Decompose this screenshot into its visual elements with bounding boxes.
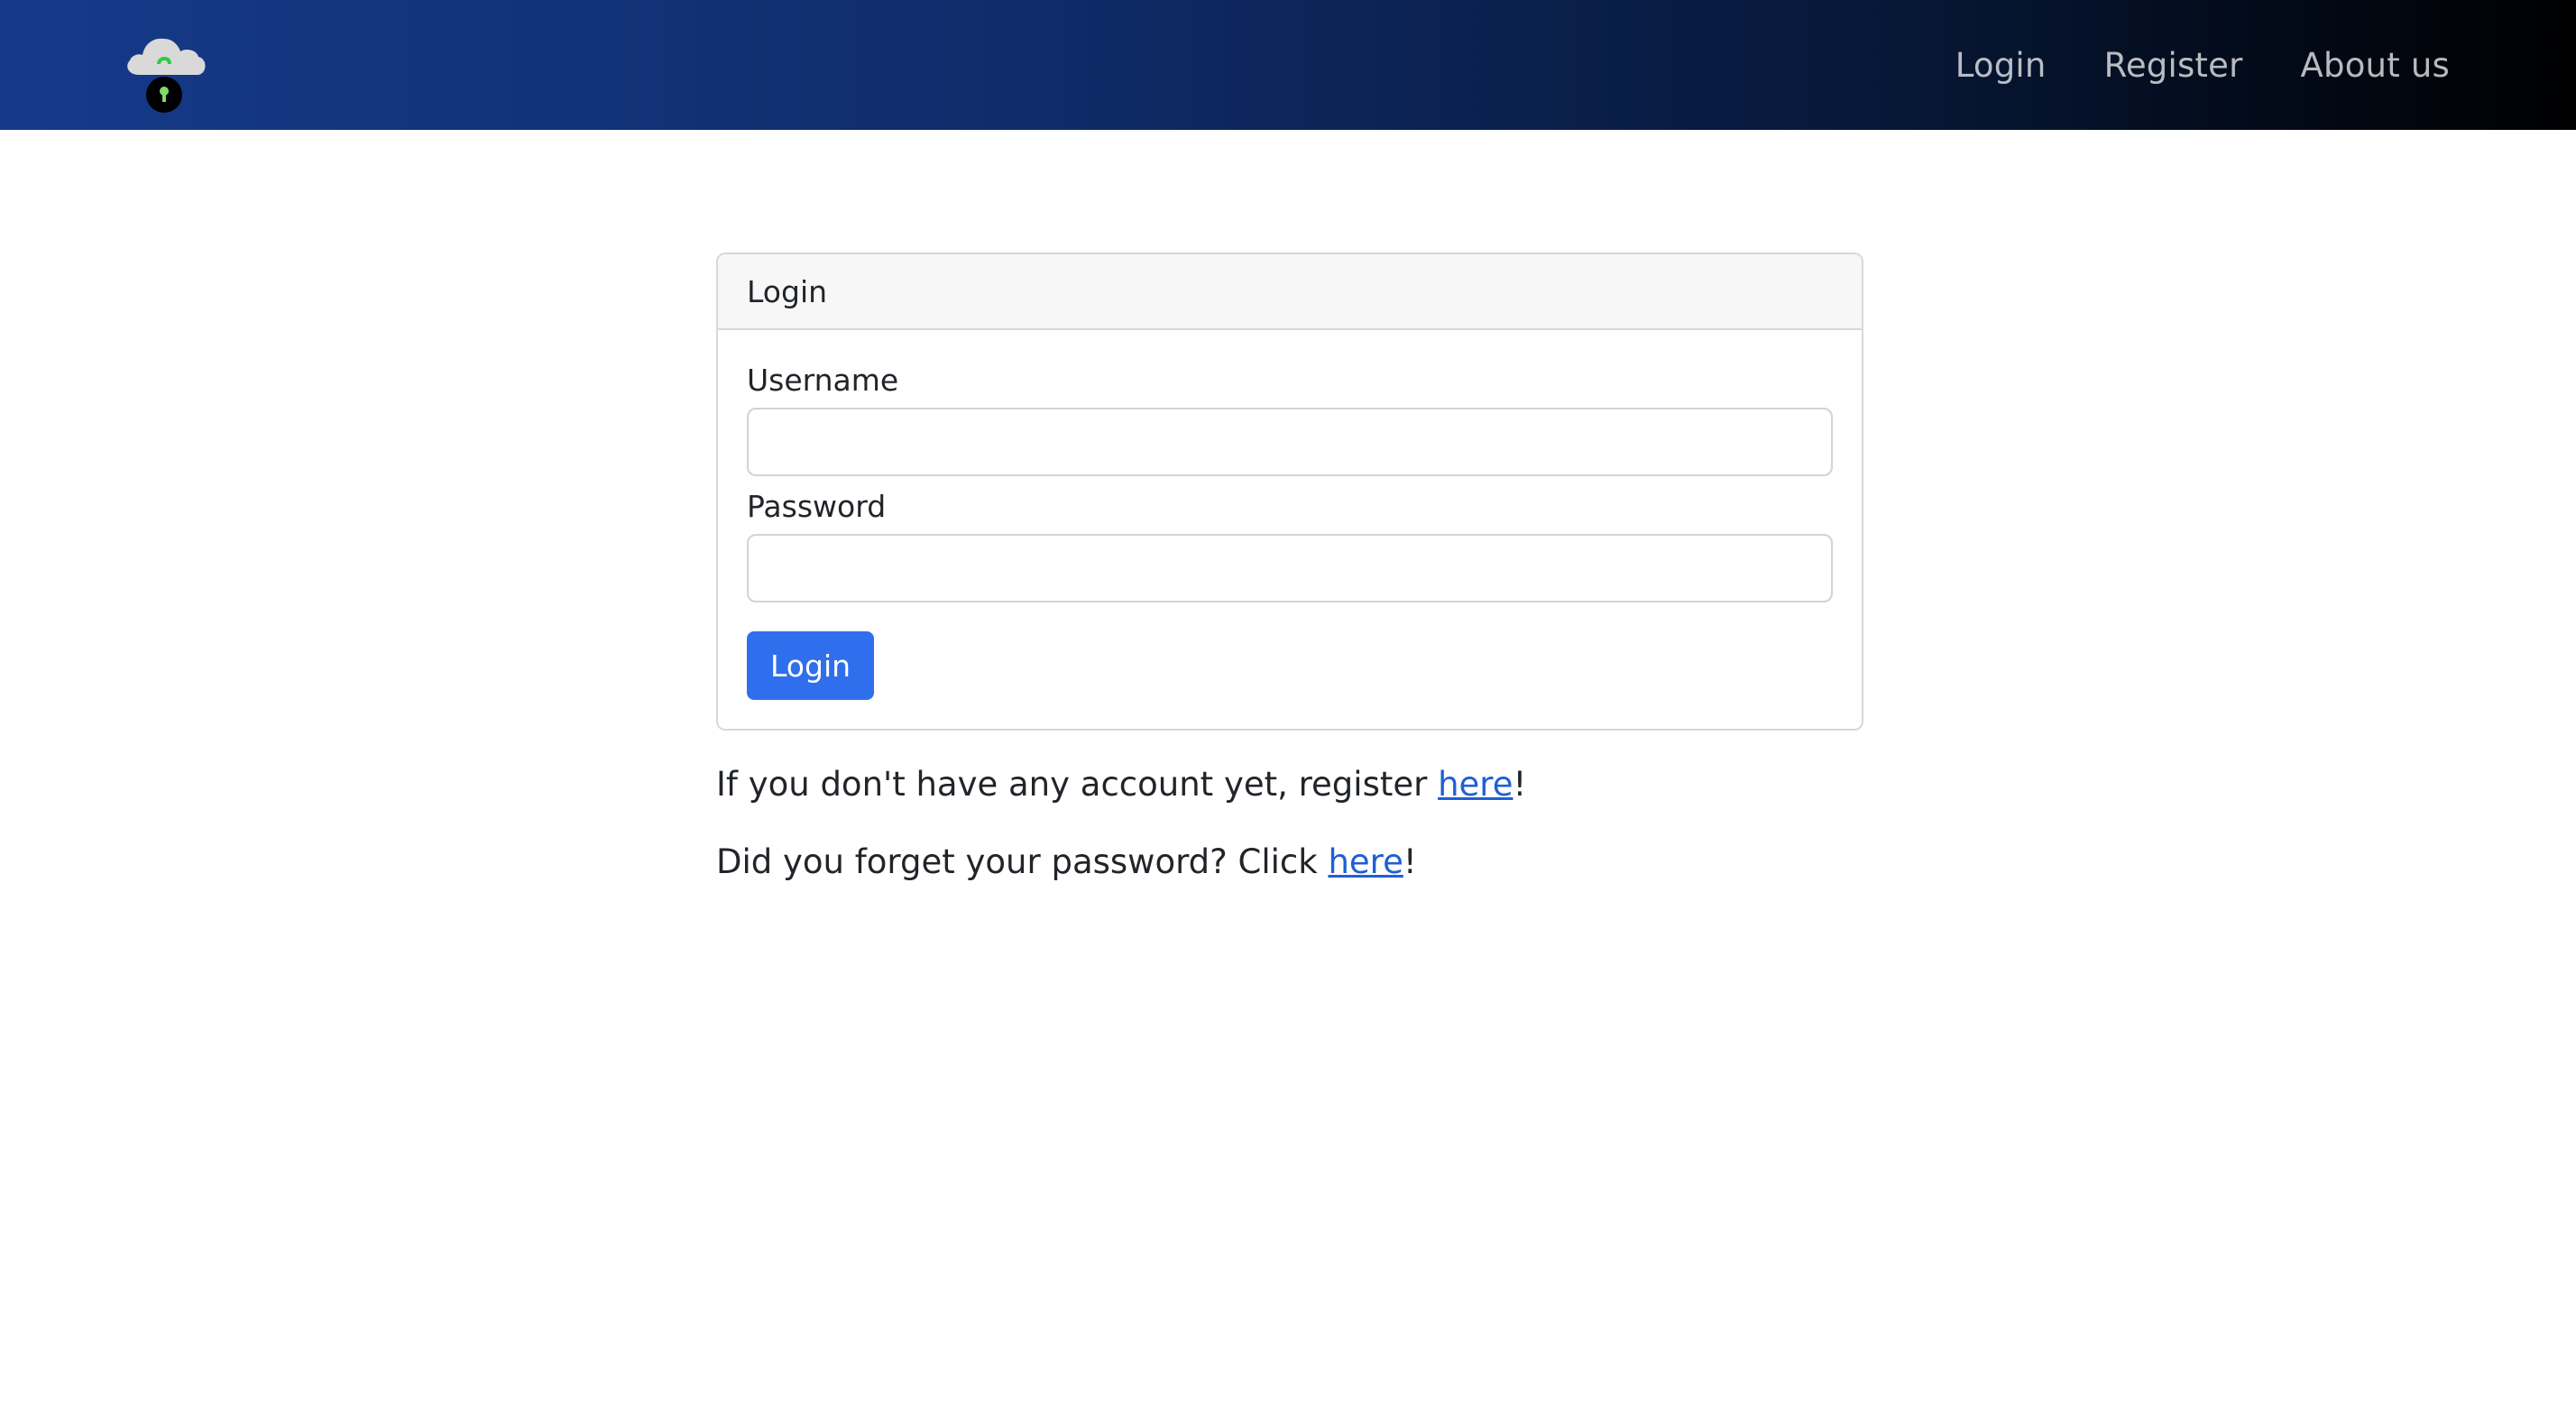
password-group: Password	[747, 489, 1833, 602]
forgot-password-here-link[interactable]: here	[1328, 842, 1403, 881]
register-prompt-text: If you don't have any account yet, regis…	[716, 765, 1439, 804]
nav-link-login[interactable]: Login	[1955, 46, 2047, 85]
cloud-lock-icon	[127, 38, 206, 113]
nav-link-register[interactable]: Register	[2104, 46, 2243, 85]
login-card-body: Username Password Login	[718, 330, 1862, 729]
username-group: Username	[747, 363, 1833, 476]
username-input[interactable]	[747, 408, 1833, 476]
nav-link-about-us[interactable]: About us	[2301, 46, 2450, 85]
forgot-password-prompt: Did you forget your password? Click here…	[716, 842, 1863, 882]
login-button[interactable]: Login	[747, 631, 875, 700]
register-prompt-suffix: !	[1513, 765, 1527, 804]
register-prompt: If you don't have any account yet, regis…	[716, 765, 1863, 805]
password-input[interactable]	[747, 534, 1833, 602]
top-navbar: Login Register About us	[0, 0, 2576, 130]
forgot-password-suffix: !	[1403, 842, 1417, 881]
register-here-link[interactable]: here	[1438, 765, 1513, 804]
login-card: Login Username Password Login	[716, 253, 1863, 731]
nav-links: Login Register About us	[1955, 46, 2450, 85]
password-label: Password	[747, 489, 887, 524]
main-content: Login Username Password Login If you don…	[716, 253, 1863, 882]
login-card-header: Login	[718, 254, 1862, 330]
brand-logo[interactable]	[123, 23, 209, 116]
username-label: Username	[747, 363, 899, 398]
forgot-password-text: Did you forget your password? Click	[716, 842, 1329, 881]
